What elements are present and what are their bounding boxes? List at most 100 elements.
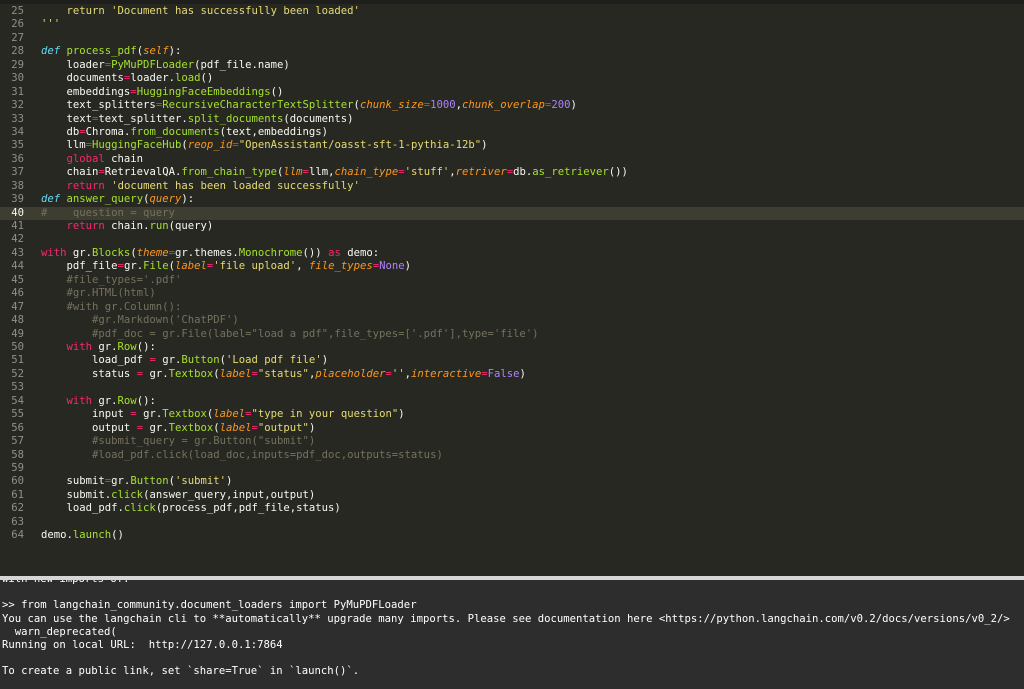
line-number: 32 [11, 99, 24, 112]
code-text: submit.click(answer_query,input,output) [41, 488, 316, 501]
code-line[interactable]: 63 [0, 516, 1024, 529]
code-line[interactable]: 33 text=text_splitter.split_documents(do… [0, 113, 1024, 126]
line-number: 26 [11, 18, 24, 31]
code-text: output = gr.Textbox(label="output") [41, 421, 316, 434]
code-line[interactable]: 57 #submit_query = gr.Button("submit") [0, 435, 1024, 448]
code-editor[interactable]: 25 return 'Document has successfully bee… [0, 4, 1024, 576]
code-text: #file_types='.pdf' [66, 273, 182, 286]
code-text: chain=RetrievalQA.from_chain_type(llm=ll… [41, 166, 628, 179]
code-text: demo.launch() [41, 529, 124, 542]
code-line[interactable]: 39 def answer_query(query): [0, 193, 1024, 206]
line-number: 64 [11, 529, 24, 542]
line-number: 55 [11, 408, 24, 421]
code-text: #pdf_doc = gr.File(label="load a pdf",fi… [92, 327, 539, 340]
line-number: 56 [11, 421, 24, 434]
code-text: ''' [41, 18, 61, 31]
code-line[interactable]: 55 input = gr.Textbox(label="type in you… [0, 408, 1024, 421]
code-line[interactable]: 36 global chain [0, 153, 1024, 166]
code-line[interactable]: 58 #load_pdf.click(load_doc,inputs=pdf_d… [0, 449, 1024, 462]
code-text: status = gr.Textbox(label="status",place… [41, 367, 526, 380]
line-number: 33 [11, 112, 24, 125]
output-line: To create a public link, set `share=True… [2, 665, 360, 678]
code-line[interactable]: 49 #pdf_doc = gr.File(label="load a pdf"… [0, 328, 1024, 341]
code-text: #load_pdf.click(load_doc,inputs=pdf_doc,… [92, 448, 443, 461]
code-line[interactable]: 44 pdf_file=gr.File(label='file upload',… [0, 260, 1024, 273]
line-number: 40 [11, 206, 24, 219]
line-number: 35 [11, 139, 24, 152]
code-line[interactable]: 41 return chain.run(query) [0, 220, 1024, 233]
code-text: submit=gr.Button('submit') [41, 475, 233, 488]
code-line[interactable]: 32 text_splitters=RecursiveCharacterText… [0, 99, 1024, 112]
line-number: 60 [11, 475, 24, 488]
line-number: 63 [11, 515, 24, 528]
code-line[interactable]: 38 return 'document has been loaded succ… [0, 180, 1024, 193]
code-text: with gr.Row(): [66, 394, 156, 407]
line-number: 27 [11, 31, 24, 44]
code-line[interactable]: 52 status = gr.Textbox(label="status",pl… [0, 368, 1024, 381]
line-number: 49 [11, 327, 24, 340]
code-line[interactable]: 25 return 'Document has successfully bee… [0, 5, 1024, 18]
code-line[interactable]: 42 [0, 233, 1024, 246]
code-text: load_pdf.click(process_pdf,pdf_file,stat… [41, 502, 341, 515]
code-line[interactable]: 35 llm=HuggingFaceHub(reop_id="OpenAssis… [0, 139, 1024, 152]
line-number: 50 [11, 341, 24, 353]
code-line[interactable]: 46 #gr.HTML(html) [0, 287, 1024, 300]
code-line[interactable]: 29 loader=PyMuPDFLoader(pdf_file.name) [0, 59, 1024, 72]
code-text: load_pdf = gr.Button('Load pdf file') [41, 354, 329, 367]
code-line[interactable]: 54 with gr.Row(): [0, 395, 1024, 408]
code-line[interactable]: 43 with gr.Blocks(theme=gr.themes.Monochr… [0, 247, 1024, 260]
code-line[interactable]: 34 db=Chroma.from_documents(text,embeddi… [0, 126, 1024, 139]
code-line[interactable]: 31 embeddings=HuggingFaceEmbeddings() [0, 86, 1024, 99]
output-line: warn_deprecated( [2, 625, 117, 638]
code-text: loader=PyMuPDFLoader(pdf_file.name) [41, 58, 290, 71]
code-line[interactable]: 28 def process_pdf(self): [0, 45, 1024, 58]
output-line: Running on local URL: http://127.0.0.1:7… [2, 639, 283, 651]
line-number: 51 [11, 354, 24, 367]
code-text: with gr.Blocks(theme=gr.themes.Monochrom… [41, 246, 380, 259]
code-line[interactable]: 61 submit.click(answer_query,input,outpu… [0, 489, 1024, 502]
line-number: 58 [11, 448, 24, 461]
code-line[interactable]: 53 [0, 381, 1024, 394]
code-text: return 'document has been loaded success… [66, 179, 360, 192]
code-line[interactable]: 26 ''' [0, 18, 1024, 31]
code-line[interactable]: 47 #with gr.Column(): [0, 301, 1024, 314]
code-line[interactable]: 45 #file_types='.pdf' [0, 274, 1024, 287]
code-line[interactable]: 51 load_pdf = gr.Button('Load pdf file') [0, 354, 1024, 367]
line-number: 62 [11, 502, 24, 515]
code-line[interactable]: 30 documents=loader.load() [0, 72, 1024, 85]
code-text: text_splitters=RecursiveCharacterTextSpl… [41, 99, 577, 112]
code-line[interactable]: 37 chain=RetrievalQA.from_chain_type(llm… [0, 166, 1024, 179]
code-line[interactable]: 64 demo.launch() [0, 529, 1024, 542]
line-number: 38 [11, 179, 24, 192]
code-line[interactable]: 56 output = gr.Textbox(label="output") [0, 422, 1024, 435]
line-number: 39 [11, 193, 24, 206]
line-number: 29 [11, 58, 24, 71]
code-line[interactable]: 62 load_pdf.click(process_pdf,pdf_file,s… [0, 502, 1024, 515]
output-panel[interactable]: with new imports of: >> from langchain_co… [0, 580, 1024, 689]
code-line[interactable]: 27 [0, 32, 1024, 45]
code-text: return chain.run(query) [66, 220, 214, 233]
code-line[interactable]: 48 #gr.Markdown('ChatPDF') [0, 314, 1024, 327]
code-text: #with gr.Column(): [66, 300, 182, 313]
code-text: db=Chroma.from_documents(text,embeddings… [41, 125, 329, 138]
code-text: global chain [66, 152, 144, 165]
line-number: 61 [11, 488, 24, 501]
code-text: def process_pdf(self): [41, 45, 182, 58]
code-text: #gr.HTML(html) [66, 287, 156, 300]
line-number: 41 [11, 220, 24, 233]
code-text: text=text_splitter.split_documents(docum… [41, 112, 354, 125]
line-number: 52 [11, 367, 24, 380]
code-text: pdf_file=gr.File(label='file upload', fi… [41, 260, 412, 273]
code-line[interactable]: 50 with gr.Row(): [0, 341, 1024, 354]
code-text: def answer_query(query): [41, 193, 195, 206]
code-text: input = gr.Textbox(label="type in your q… [41, 408, 405, 421]
line-number: 34 [11, 125, 24, 138]
output-line: You can use the langchain cli to **autom… [2, 612, 1010, 625]
code-line[interactable]: 40 # question = query [0, 206, 1024, 221]
code-line[interactable]: 59 [0, 462, 1024, 475]
line-number: 45 [11, 273, 24, 286]
line-number: 44 [11, 260, 24, 273]
line-number: 31 [11, 85, 24, 98]
code-line[interactable]: 60 submit=gr.Button('submit') [0, 475, 1024, 488]
line-number: 28 [11, 45, 24, 58]
